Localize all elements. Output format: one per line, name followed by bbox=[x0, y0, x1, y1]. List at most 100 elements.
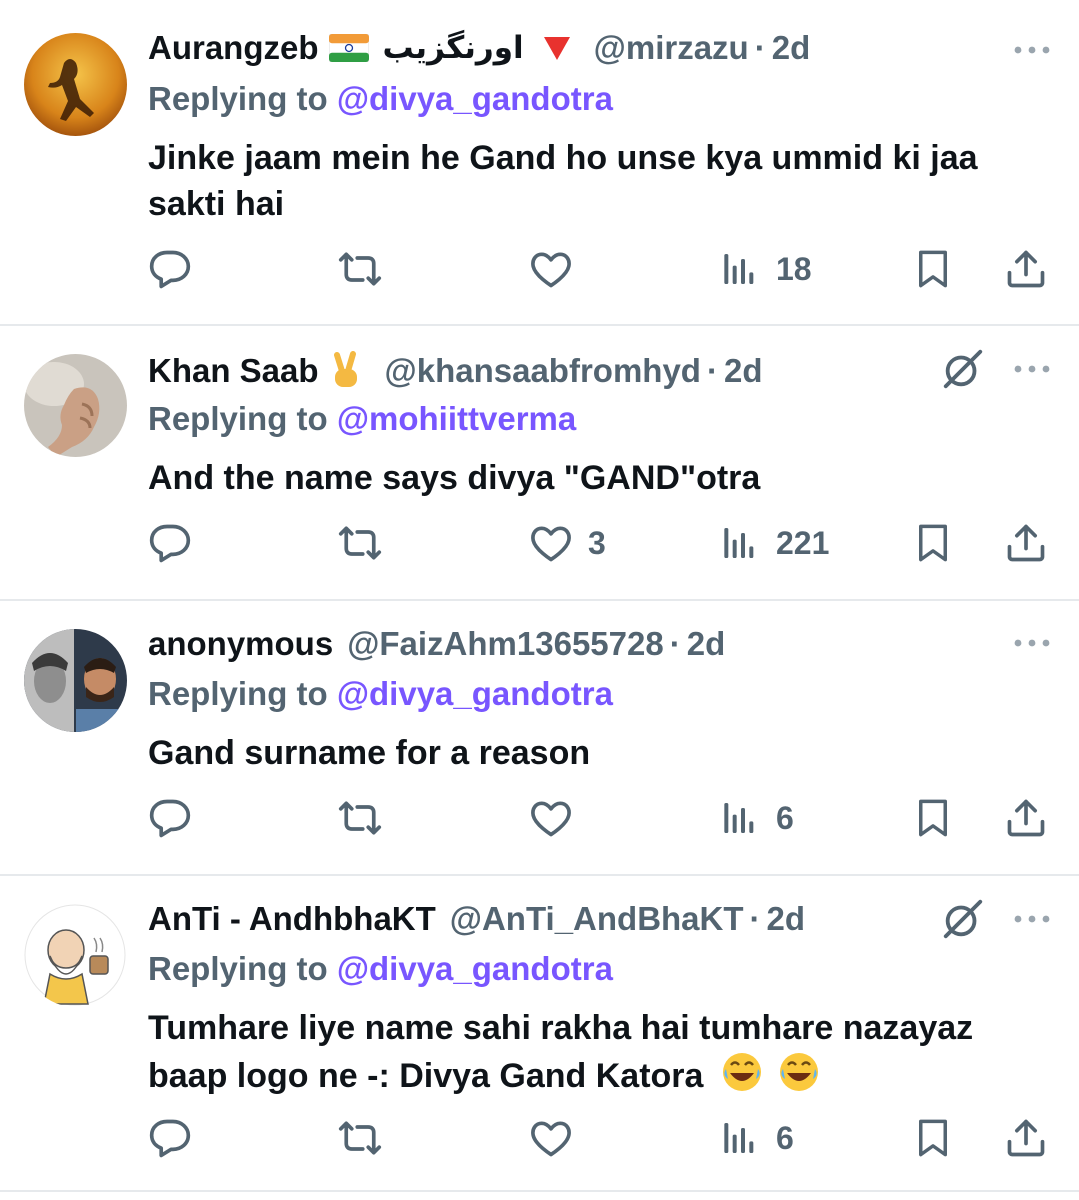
share-button[interactable] bbox=[1004, 793, 1048, 843]
timestamp[interactable]: 2d bbox=[767, 900, 806, 938]
retweet-button[interactable] bbox=[336, 793, 384, 843]
avatar[interactable] bbox=[24, 354, 127, 457]
view-count: 6 bbox=[776, 1119, 794, 1156]
separator-dot: · bbox=[706, 352, 718, 389]
reply-button[interactable] bbox=[148, 518, 192, 568]
share-icon bbox=[1004, 1116, 1048, 1160]
views-button[interactable]: 6 bbox=[720, 793, 794, 843]
bookmark-icon bbox=[912, 520, 954, 566]
reply-icon bbox=[148, 521, 192, 565]
mention-link[interactable]: @divya_gandotra bbox=[337, 80, 613, 117]
user-handle[interactable]: @FaizAhm13655728 bbox=[347, 625, 664, 663]
retweet-icon bbox=[336, 1116, 384, 1160]
reply-button[interactable] bbox=[148, 244, 192, 294]
like-button[interactable] bbox=[528, 1113, 588, 1163]
action-bar: 6 bbox=[0, 793, 1079, 843]
retweet-icon bbox=[336, 521, 384, 565]
bookmark-button[interactable] bbox=[912, 244, 954, 294]
display-name[interactable]: Khan Saab bbox=[148, 352, 319, 390]
views-button[interactable]: 18 bbox=[720, 244, 812, 294]
more-icon[interactable] bbox=[1012, 40, 1052, 60]
bookmark-button[interactable] bbox=[912, 518, 954, 568]
user-handle[interactable]: @khansaabfromhyd bbox=[385, 352, 701, 390]
tweet[interactable]: Khan Saab @khansaabfromhyd · 2d Replying… bbox=[0, 324, 1079, 601]
separator-dot: · bbox=[669, 625, 681, 662]
laughing-emoji-icon bbox=[721, 1051, 763, 1105]
like-button[interactable] bbox=[528, 793, 588, 843]
replying-to: Replying to @divya_gandotra bbox=[148, 950, 613, 988]
action-bar: 3 221 bbox=[0, 518, 1079, 568]
user-handle[interactable]: @AnTi_AndBhaKT bbox=[450, 900, 744, 938]
grok-icon[interactable] bbox=[940, 346, 986, 392]
separator-dot: · bbox=[749, 900, 761, 937]
display-name[interactable]: AnTi - AndhbhaKT bbox=[148, 900, 436, 938]
like-icon bbox=[528, 796, 574, 840]
user-handle[interactable]: @mirzazu bbox=[594, 29, 749, 67]
avatar[interactable] bbox=[24, 629, 127, 732]
tweet[interactable]: Aurangzeb اورنگزیب @mirzazu · 2d Replyin… bbox=[0, 0, 1079, 326]
india-flag-icon bbox=[328, 34, 369, 62]
separator-dot: · bbox=[754, 29, 766, 66]
bookmark-icon bbox=[912, 246, 954, 292]
view-count: 18 bbox=[776, 250, 812, 287]
action-bar: 6 bbox=[0, 1113, 1079, 1163]
laughing-emoji-icon bbox=[778, 1051, 820, 1105]
timestamp[interactable]: 2d bbox=[772, 29, 811, 67]
retweet-button[interactable] bbox=[336, 1113, 384, 1163]
share-icon bbox=[1004, 521, 1048, 565]
avatar[interactable] bbox=[24, 33, 127, 136]
views-icon bbox=[720, 798, 762, 838]
bookmark-icon bbox=[912, 795, 954, 841]
reply-icon bbox=[148, 796, 192, 840]
like-button[interactable]: 3 bbox=[528, 518, 606, 568]
views-icon bbox=[720, 249, 762, 289]
red-triangle-icon bbox=[542, 34, 572, 62]
avatar[interactable] bbox=[24, 904, 127, 1007]
like-icon bbox=[528, 1116, 574, 1160]
mention-link[interactable]: @mohiittverma bbox=[337, 400, 576, 437]
replying-to: Replying to @mohiittverma bbox=[148, 400, 576, 438]
share-icon bbox=[1004, 247, 1048, 291]
timestamp[interactable]: 2d bbox=[724, 352, 763, 390]
views-button[interactable]: 6 bbox=[720, 1113, 794, 1163]
timestamp[interactable]: 2d bbox=[687, 625, 726, 663]
replying-label: Replying to bbox=[148, 80, 328, 117]
share-button[interactable] bbox=[1004, 518, 1048, 568]
display-name[interactable]: anonymous bbox=[148, 625, 333, 663]
like-count: 3 bbox=[588, 524, 606, 561]
view-count: 6 bbox=[776, 799, 794, 836]
more-icon[interactable] bbox=[1012, 633, 1052, 653]
share-icon bbox=[1004, 796, 1048, 840]
like-icon bbox=[528, 247, 574, 291]
replying-label: Replying to bbox=[148, 675, 328, 712]
share-button[interactable] bbox=[1004, 244, 1048, 294]
mention-link[interactable]: @divya_gandotra bbox=[337, 675, 613, 712]
bookmark-button[interactable] bbox=[912, 1113, 954, 1163]
retweet-button[interactable] bbox=[336, 518, 384, 568]
tweet[interactable]: AnTi - AndhbhaKT @AnTi_AndBhaKT · 2d Rep… bbox=[0, 874, 1079, 1192]
views-button[interactable]: 221 bbox=[720, 518, 829, 568]
tweet-text: Jinke jaam mein he Gand ho unse kya ummi… bbox=[148, 139, 978, 223]
views-icon bbox=[720, 1118, 762, 1158]
reply-button[interactable] bbox=[148, 1113, 192, 1163]
tweet-text: Tumhare liye name sahi rakha hai tumhare… bbox=[148, 1005, 1048, 1105]
tweet[interactable]: anonymous @FaizAhm13655728 · 2d Replying… bbox=[0, 599, 1079, 876]
replying-to: Replying to @divya_gandotra bbox=[148, 80, 613, 118]
tweet-text-body: Tumhare liye name sahi rakha hai tumhare… bbox=[148, 1009, 974, 1095]
more-icon[interactable] bbox=[1012, 359, 1052, 379]
retweet-icon bbox=[336, 247, 384, 291]
like-button[interactable] bbox=[528, 244, 588, 294]
replying-label: Replying to bbox=[148, 950, 328, 987]
reply-button[interactable] bbox=[148, 793, 192, 843]
more-icon[interactable] bbox=[1012, 909, 1052, 929]
views-icon bbox=[720, 523, 762, 563]
bookmark-button[interactable] bbox=[912, 793, 954, 843]
mention-link[interactable]: @divya_gandotra bbox=[337, 950, 613, 987]
retweet-icon bbox=[336, 796, 384, 840]
grok-icon[interactable] bbox=[940, 896, 986, 942]
retweet-button[interactable] bbox=[336, 244, 384, 294]
share-button[interactable] bbox=[1004, 1113, 1048, 1163]
tweet-text: Gand surname for a reason bbox=[148, 734, 591, 772]
display-name[interactable]: Aurangzeb bbox=[148, 29, 319, 67]
bookmark-icon bbox=[912, 1115, 954, 1161]
